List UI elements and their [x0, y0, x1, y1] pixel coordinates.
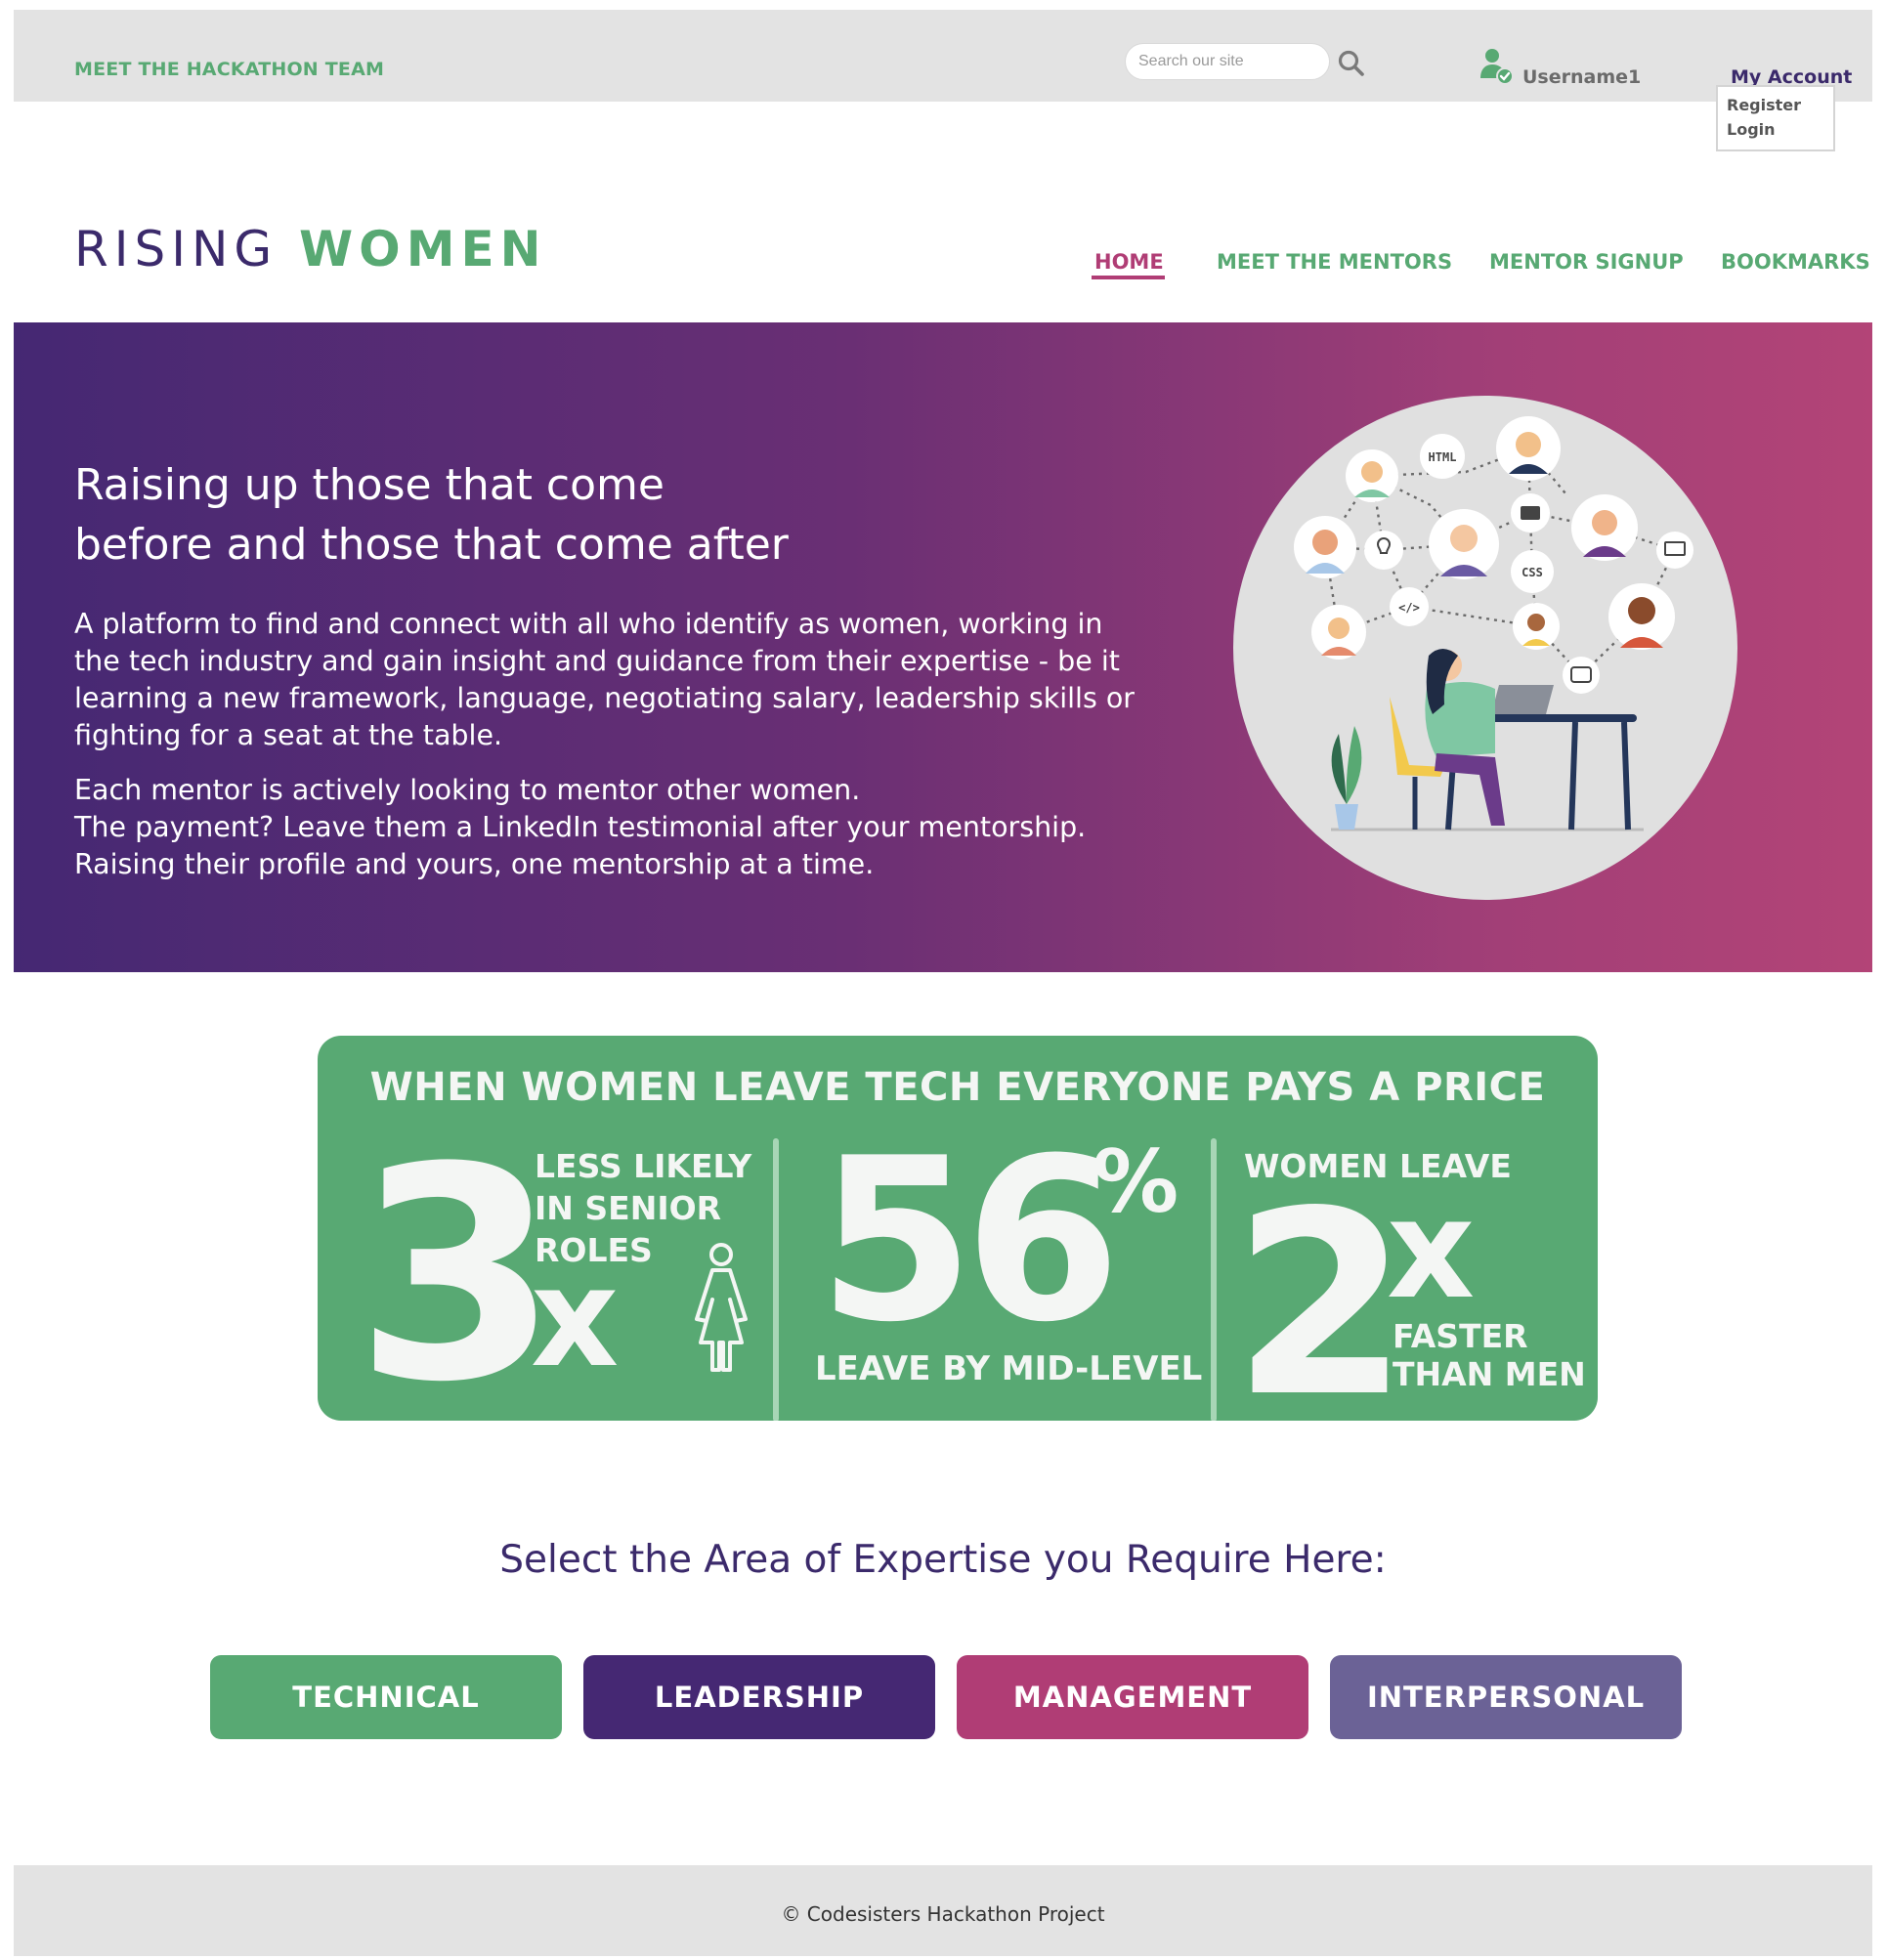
leadership-button[interactable]: LEADERSHIP: [583, 1655, 935, 1739]
woman-icon: [695, 1243, 748, 1372]
html-tag-label: HTML: [1429, 450, 1457, 464]
nav-home[interactable]: HOME: [1094, 250, 1164, 274]
stat3-line1: FASTER: [1393, 1317, 1528, 1355]
stat2-suffix: %: [1093, 1131, 1179, 1232]
nav-active-indicator: [1092, 276, 1165, 279]
meet-hackathon-team-link[interactable]: MEET THE HACKATHON TEAM: [74, 59, 384, 80]
search-icon[interactable]: [1337, 49, 1366, 78]
stats-divider-2: [1211, 1138, 1217, 1421]
nav-bookmarks[interactable]: BOOKMARKS: [1721, 250, 1870, 274]
mentoring-network-illustration: HTML CSS </>: [1233, 396, 1737, 900]
css-tag-label: CSS: [1522, 566, 1543, 579]
hero-banner: Raising up those that come before and th…: [14, 322, 1872, 972]
site-logo[interactable]: RISING WOMEN: [74, 221, 546, 277]
hero-mentor-note: Each mentor is actively looking to mento…: [74, 774, 1087, 880]
stat1-line1: LESS LIKELY: [535, 1147, 752, 1185]
top-bar: MEET THE HACKATHON TEAM Username1 My Acc…: [14, 10, 1872, 102]
technical-button[interactable]: TECHNICAL: [210, 1655, 562, 1739]
stat3-line2: THAN MEN: [1393, 1355, 1586, 1393]
logo-rising: RISING: [74, 221, 279, 277]
stats-title: WHEN WOMEN LEAVE TECH EVERYONE PAYS A PR…: [369, 1065, 1546, 1110]
expertise-heading: Select the Area of Expertise you Require…: [499, 1538, 1387, 1582]
search-box: [1125, 43, 1330, 80]
stat3-suffix: x: [1387, 1171, 1476, 1330]
account-dropdown: Register Login: [1716, 85, 1835, 151]
login-link[interactable]: Login: [1718, 117, 1833, 142]
stats-divider-1: [773, 1138, 779, 1421]
stat1-line2: IN SENIOR: [535, 1189, 722, 1227]
user-check-icon: [1480, 49, 1514, 85]
stat1-suffix: x: [531, 1239, 620, 1398]
stats-panel: WHEN WOMEN LEAVE TECH EVERYONE PAYS A PR…: [318, 1036, 1598, 1421]
stat3-number: 2: [1232, 1158, 1409, 1421]
search-input[interactable]: [1126, 44, 1329, 79]
management-button[interactable]: MANAGEMENT: [957, 1655, 1308, 1739]
logo-women: WOMEN: [299, 221, 547, 277]
interpersonal-button[interactable]: INTERPERSONAL: [1330, 1655, 1682, 1739]
stat1-number: 3: [355, 1105, 559, 1422]
footer-copyright: © Codesisters Hackathon Project: [781, 1902, 1105, 1926]
code-tag-label: </>: [1398, 601, 1420, 615]
stat1-line3: ROLES: [535, 1231, 653, 1269]
register-link[interactable]: Register: [1718, 93, 1833, 117]
stat2-label: LEAVE BY MID-LEVEL: [815, 1349, 1203, 1388]
footer: © Codesisters Hackathon Project: [14, 1865, 1872, 1956]
username-label[interactable]: Username1: [1522, 66, 1641, 88]
hero-title-line1: Raising up those that come: [74, 460, 664, 510]
nav-mentor-signup[interactable]: MENTOR SIGNUP: [1489, 250, 1684, 274]
hero-description: A platform to find and connect with all …: [74, 608, 1136, 751]
hero-title-line2: before and those that come after: [74, 520, 789, 570]
stat2-number: 56: [818, 1111, 1121, 1372]
nav-meet-the-mentors[interactable]: MEET THE MENTORS: [1217, 250, 1452, 274]
hero-title: Raising up those that come before and th…: [74, 455, 954, 575]
